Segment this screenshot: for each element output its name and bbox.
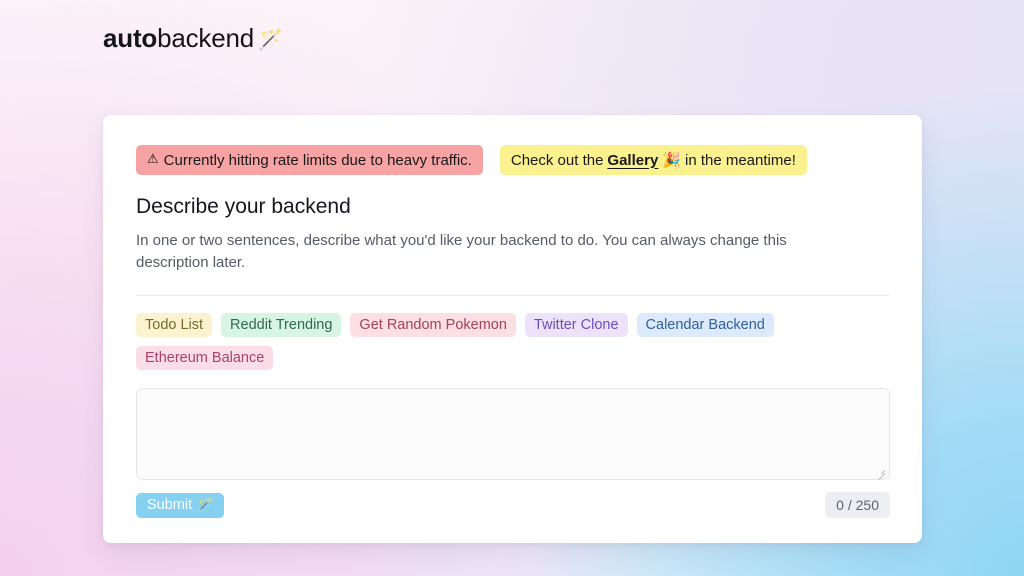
example-chip-list: Todo List Reddit Trending Get Random Pokem…: [136, 313, 826, 370]
example-chip[interactable]: Reddit Trending: [221, 313, 342, 337]
brand-name-light: backend: [157, 23, 254, 53]
warning-triangle-icon: ⚠: [147, 151, 159, 166]
submit-button-label: Submit: [147, 497, 193, 513]
example-chip[interactable]: Calendar Backend: [636, 313, 774, 337]
example-chip[interactable]: Todo List: [136, 313, 213, 337]
magic-wand-icon: 🪄: [258, 29, 283, 51]
divider: [136, 295, 889, 296]
app-root: autobackend 🪄 ⚠ Currently hitting rate li…: [0, 0, 1024, 576]
describe-input-wrapper: [136, 388, 890, 481]
gallery-promo-suffix: in the meantime!: [684, 151, 796, 169]
gallery-promo-banner: Check out the Gallery 🎉 in the meantime!: [499, 145, 807, 175]
magic-wand-icon: 🪄: [197, 497, 214, 512]
app-title: autobackend 🪄: [103, 22, 283, 57]
example-chip[interactable]: Get Random Pokemon: [350, 313, 516, 337]
gallery-link[interactable]: Gallery: [607, 152, 658, 169]
example-chip[interactable]: Ethereum Balance: [136, 346, 274, 370]
brand-name-bold: auto: [103, 23, 158, 53]
backend-description-input[interactable]: [136, 388, 890, 480]
card-footer: Submit 🪄 0 / 250: [136, 492, 890, 518]
describe-backend-card: ⚠ Currently hitting rate limits due to h…: [103, 115, 922, 543]
rate-limit-warning-text: Currently hitting rate limits due to hea…: [163, 151, 472, 169]
character-counter: 0 / 250: [825, 492, 890, 518]
party-popper-icon: 🎉: [662, 152, 681, 169]
form-description: In one or two sentences, describe what y…: [136, 232, 787, 271]
rate-limit-warning-banner: ⚠ Currently hitting rate limits due to h…: [136, 145, 483, 175]
example-chip[interactable]: Twitter Clone: [524, 313, 628, 337]
submit-button[interactable]: Submit 🪄: [136, 492, 225, 518]
banner-row: ⚠ Currently hitting rate limits due to h…: [136, 145, 889, 175]
gallery-promo-prefix: Check out the: [510, 151, 604, 169]
page-title: Describe your backend: [136, 195, 351, 218]
